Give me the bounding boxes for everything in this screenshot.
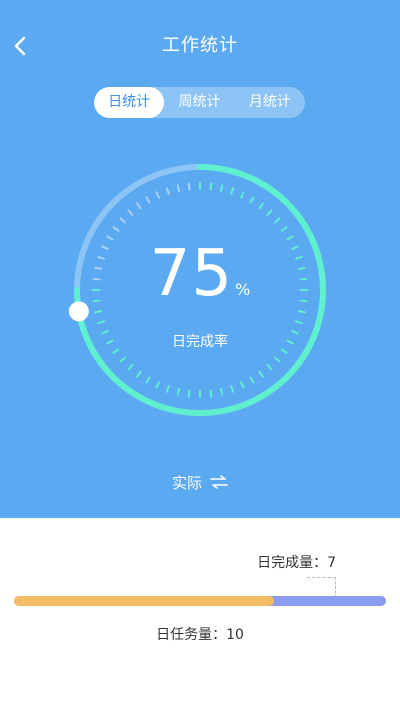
page-title: 工作统计 xyxy=(162,35,238,56)
done-marker-line xyxy=(307,577,336,598)
gauge-tick xyxy=(97,320,105,325)
gauge-tick xyxy=(249,196,255,204)
gauge-tick xyxy=(176,184,181,193)
gauge-tick xyxy=(240,191,245,199)
percent-unit: % xyxy=(235,280,251,299)
gauge-tick xyxy=(249,376,255,384)
gauge-tick xyxy=(106,235,114,241)
gauge-tick xyxy=(258,202,264,210)
gauge-tick xyxy=(266,364,273,371)
tab-daily[interactable]: 日统计 xyxy=(94,87,165,118)
gauge-tick xyxy=(145,376,151,384)
gauge-tick xyxy=(219,184,224,193)
header-panel: 工作统计 日统计 周统计 月统计 75% 日完成率 实际 xyxy=(0,0,400,518)
gauge-tick xyxy=(112,226,120,232)
completion-percent: 75% xyxy=(0,242,400,306)
gauge-tick xyxy=(136,202,142,210)
gauge-tick xyxy=(209,182,213,191)
tab-monthly[interactable]: 月统计 xyxy=(235,87,305,118)
gauge-tick xyxy=(127,209,134,216)
gauge-tick xyxy=(295,320,303,325)
gauge-tick xyxy=(165,187,170,195)
gauge-tick xyxy=(136,370,142,378)
gauge-tick xyxy=(165,385,170,393)
actual-toggle-button[interactable]: 实际 xyxy=(0,469,400,495)
gauge-tick xyxy=(274,356,281,363)
task-progress-bar xyxy=(14,596,386,606)
gauge-tick xyxy=(187,389,191,398)
gauge-tick xyxy=(187,182,191,191)
gauge-tick xyxy=(127,364,134,371)
gauge-tick xyxy=(230,187,235,195)
gauge-tick xyxy=(240,381,245,389)
gauge-tick xyxy=(266,209,273,216)
completion-rate-label: 日完成率 xyxy=(172,334,228,350)
gauge-tick xyxy=(297,309,306,314)
percent-value: 75 xyxy=(149,237,234,311)
task-progress-fill xyxy=(14,596,275,606)
gauge-tick xyxy=(230,385,235,393)
gauge-tick xyxy=(280,226,288,232)
gauge-tick xyxy=(209,389,213,398)
gauge-tick xyxy=(155,381,160,389)
gauge-tick xyxy=(119,217,126,224)
gauge-tick xyxy=(219,387,224,396)
swap-arrows-icon xyxy=(210,475,228,489)
tab-weekly[interactable]: 周统计 xyxy=(164,87,234,118)
gauge-tick xyxy=(286,235,294,241)
period-tabs: 日统计 周统计 月统计 xyxy=(94,87,305,118)
daily-done-label: 日完成量：7 xyxy=(257,555,336,571)
gauge-tick xyxy=(176,387,181,396)
gauge-tick xyxy=(94,309,103,314)
gauge-tick xyxy=(145,196,151,204)
actual-label: 实际 xyxy=(171,473,202,492)
daily-task-label: 日任务量：10 xyxy=(156,627,244,643)
gauge-tick xyxy=(274,217,281,224)
gauge-tick xyxy=(119,356,126,363)
gauge-tick xyxy=(155,191,160,199)
gauge-tick xyxy=(258,370,264,378)
